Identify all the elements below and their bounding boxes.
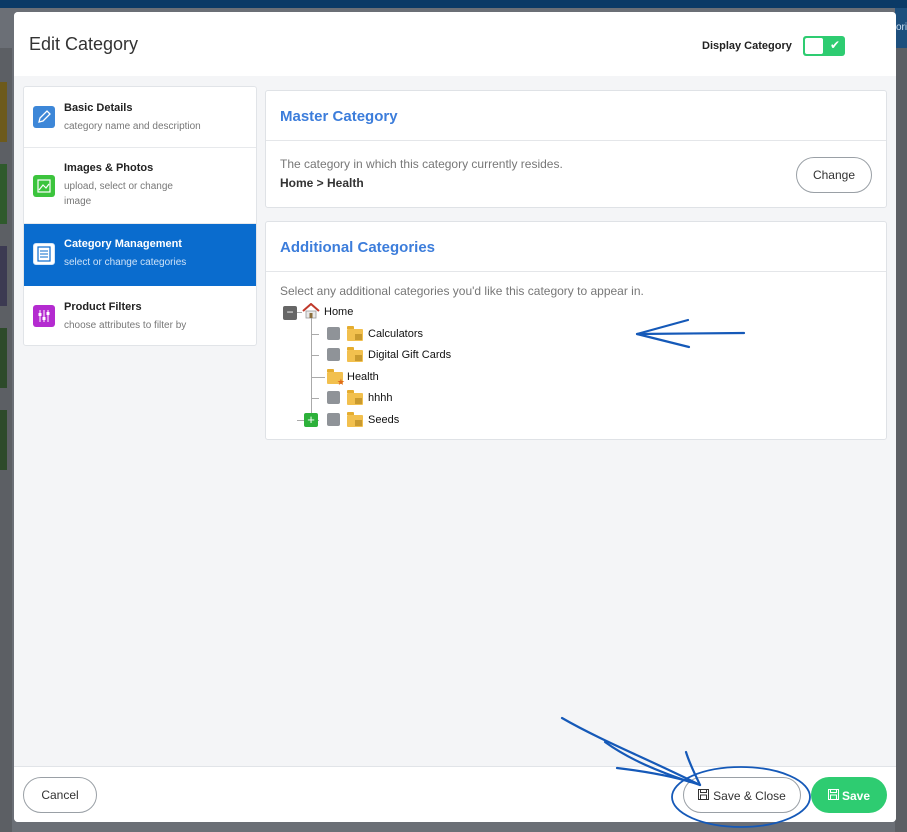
- home-icon: [302, 302, 320, 319]
- floppy-disk-icon: [698, 779, 710, 813]
- check-icon: ✔: [829, 38, 840, 52]
- sidebar-item-desc: upload, select or change image: [64, 181, 173, 207]
- tree-node-label: Home: [324, 306, 354, 318]
- background-tab-partial: ori: [896, 22, 907, 33]
- master-category-panel: Master Category The category in which th…: [265, 90, 887, 208]
- category-checkbox[interactable]: [327, 413, 340, 426]
- background-top-bar: [0, 0, 907, 8]
- background-thumbnail: [0, 164, 7, 224]
- category-checkbox[interactable]: [327, 391, 340, 404]
- save-and-close-label: Save & Close: [713, 788, 786, 803]
- background-thumbnail: [0, 328, 7, 388]
- pencil-icon: [33, 106, 55, 128]
- background-header-fragment: ori: [895, 8, 907, 48]
- sidebar-item-title: Basic Details: [64, 102, 133, 114]
- master-category-desc: The category in which this category curr…: [280, 157, 563, 171]
- additional-categories-desc: Select any additional categories you'd l…: [280, 284, 644, 298]
- sidebar-item-category-management[interactable]: Category Management select or change cat…: [24, 224, 256, 286]
- master-category-title: Master Category: [280, 108, 398, 125]
- save-button[interactable]: Save: [811, 777, 887, 813]
- background-right-column: [895, 48, 907, 832]
- sidebar-item-product-filters[interactable]: Product Filters choose attributes to fil…: [24, 286, 256, 345]
- tree-node-label: Health: [347, 371, 379, 383]
- master-category-path: Home > Health: [280, 176, 364, 190]
- category-checkbox[interactable]: [327, 348, 340, 361]
- tree-node-calculators: Calculators: [280, 326, 480, 344]
- modal-title: Edit Category: [29, 34, 139, 54]
- folder-icon: [347, 347, 363, 362]
- list-icon: [33, 243, 55, 265]
- sliders-icon: [33, 305, 55, 327]
- background-thumbnail: [0, 82, 7, 142]
- tree-node-label: hhhh: [368, 392, 393, 404]
- save-label: Save: [841, 788, 871, 803]
- tree-node-label: Digital Gift Cards: [368, 349, 452, 361]
- tree-node-hhhh: hhhh: [280, 390, 480, 408]
- sidebar-item-title: Category Management: [64, 238, 182, 250]
- sidebar-item-images-photos[interactable]: Images & Photos upload, select or change…: [24, 148, 256, 224]
- toggle-knob: [805, 38, 823, 54]
- master-category-header: Master Category: [266, 91, 886, 141]
- sidebar-item-desc: category name and description: [64, 121, 201, 132]
- sidebar-item-title: Images & Photos: [64, 162, 154, 174]
- display-category-toggle[interactable]: ✔: [803, 36, 845, 56]
- tree-node-home: − Home: [280, 302, 400, 322]
- tree-node-health: ★ Health: [280, 369, 480, 387]
- modal-footer: Cancel Save & Close Save: [14, 766, 896, 822]
- image-icon: [33, 175, 55, 197]
- folder-star-icon: ★: [327, 369, 345, 387]
- tree-node-digital-gift-cards: Digital Gift Cards: [280, 347, 480, 365]
- cancel-button[interactable]: Cancel: [23, 777, 97, 813]
- modal-header: Edit Category Display Category ✔: [14, 12, 896, 76]
- tree-node-label: Calculators: [368, 328, 424, 340]
- folder-icon: [347, 390, 363, 405]
- edit-category-modal: Edit Category Display Category ✔ Basic D…: [14, 12, 896, 822]
- folder-icon: [347, 412, 363, 427]
- folder-icon: [347, 326, 363, 341]
- additional-categories-header: Additional Categories: [266, 222, 886, 272]
- additional-categories-title: Additional Categories: [280, 239, 436, 256]
- sidebar-item-title: Product Filters: [64, 301, 142, 313]
- tree-node-label: Seeds: [368, 414, 400, 426]
- additional-categories-panel: Additional Categories Select any additio…: [265, 221, 887, 440]
- sidebar-nav: Basic Details category name and descript…: [23, 86, 257, 346]
- background-thumbnail: [0, 246, 7, 306]
- tree-node-seeds: + Seeds: [280, 412, 480, 430]
- display-category-label: Display Category: [702, 40, 792, 52]
- category-tree: − Home Calculators Digital Gift Cards ★ …: [280, 302, 640, 432]
- sidebar-item-desc: select or change categories: [64, 257, 187, 268]
- background-thumbnail: [0, 410, 7, 470]
- sidebar-item-desc: choose attributes to filter by: [64, 320, 187, 331]
- floppy-disk-icon: [827, 778, 839, 814]
- sidebar-item-basic-details[interactable]: Basic Details category name and descript…: [24, 87, 256, 148]
- collapse-icon[interactable]: −: [283, 306, 297, 320]
- category-checkbox[interactable]: [327, 327, 340, 340]
- expand-icon[interactable]: +: [304, 413, 318, 427]
- save-and-close-button[interactable]: Save & Close: [683, 777, 801, 813]
- change-button[interactable]: Change: [796, 157, 872, 193]
